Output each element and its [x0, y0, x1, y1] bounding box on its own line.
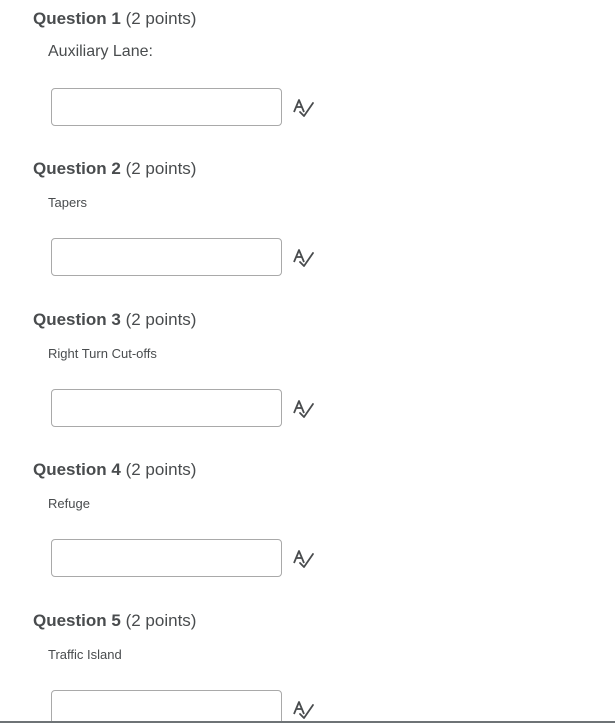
- answer-input[interactable]: [51, 238, 282, 276]
- spellcheck-icon[interactable]: [291, 97, 315, 119]
- question-points: (2 points): [125, 611, 197, 630]
- question-text: Refuge: [48, 496, 90, 511]
- spellcheck-icon[interactable]: [291, 247, 315, 269]
- question-label: Question 3: [33, 310, 121, 329]
- question-points: (2 points): [125, 310, 197, 329]
- question-text: Right Turn Cut-offs: [48, 346, 157, 361]
- question-text: Traffic Island: [48, 647, 122, 662]
- question-heading: Question 5 (2 points): [33, 610, 196, 632]
- question-label: Question 2: [33, 159, 121, 178]
- question-3: Question 3 (2 points) Right Turn Cut-off…: [0, 301, 615, 451]
- question-points: (2 points): [125, 460, 197, 479]
- question-label: Question 1: [33, 9, 121, 28]
- answer-input[interactable]: [51, 389, 282, 427]
- question-text: Tapers: [48, 195, 88, 210]
- question-label: Question 5: [33, 611, 121, 630]
- question-4: Question 4 (2 points) Refuge: [0, 451, 615, 601]
- spellcheck-icon[interactable]: [291, 398, 315, 420]
- question-1: Question 1 (2 points) Auxiliary Lane:: [0, 0, 615, 150]
- question-points: (2 points): [125, 159, 197, 178]
- question-heading: Question 1 (2 points): [33, 8, 196, 30]
- question-heading: Question 2 (2 points): [33, 158, 196, 180]
- question-points: (2 points): [125, 9, 197, 28]
- question-heading: Question 4 (2 points): [33, 459, 196, 481]
- question-label: Question 4: [33, 460, 121, 479]
- question-5: Question 5 (2 points) Traffic Island: [0, 602, 615, 723]
- spellcheck-icon[interactable]: [291, 699, 315, 721]
- answer-input[interactable]: [51, 690, 282, 723]
- quiz-page: Question 1 (2 points) Auxiliary Lane: Qu…: [0, 0, 615, 723]
- answer-input[interactable]: [51, 539, 282, 577]
- question-heading: Question 3 (2 points): [33, 309, 196, 331]
- question-2: Question 2 (2 points) Tapers: [0, 150, 615, 300]
- spellcheck-icon[interactable]: [291, 548, 315, 570]
- question-text: Auxiliary Lane:: [48, 43, 153, 60]
- answer-input[interactable]: [51, 88, 282, 126]
